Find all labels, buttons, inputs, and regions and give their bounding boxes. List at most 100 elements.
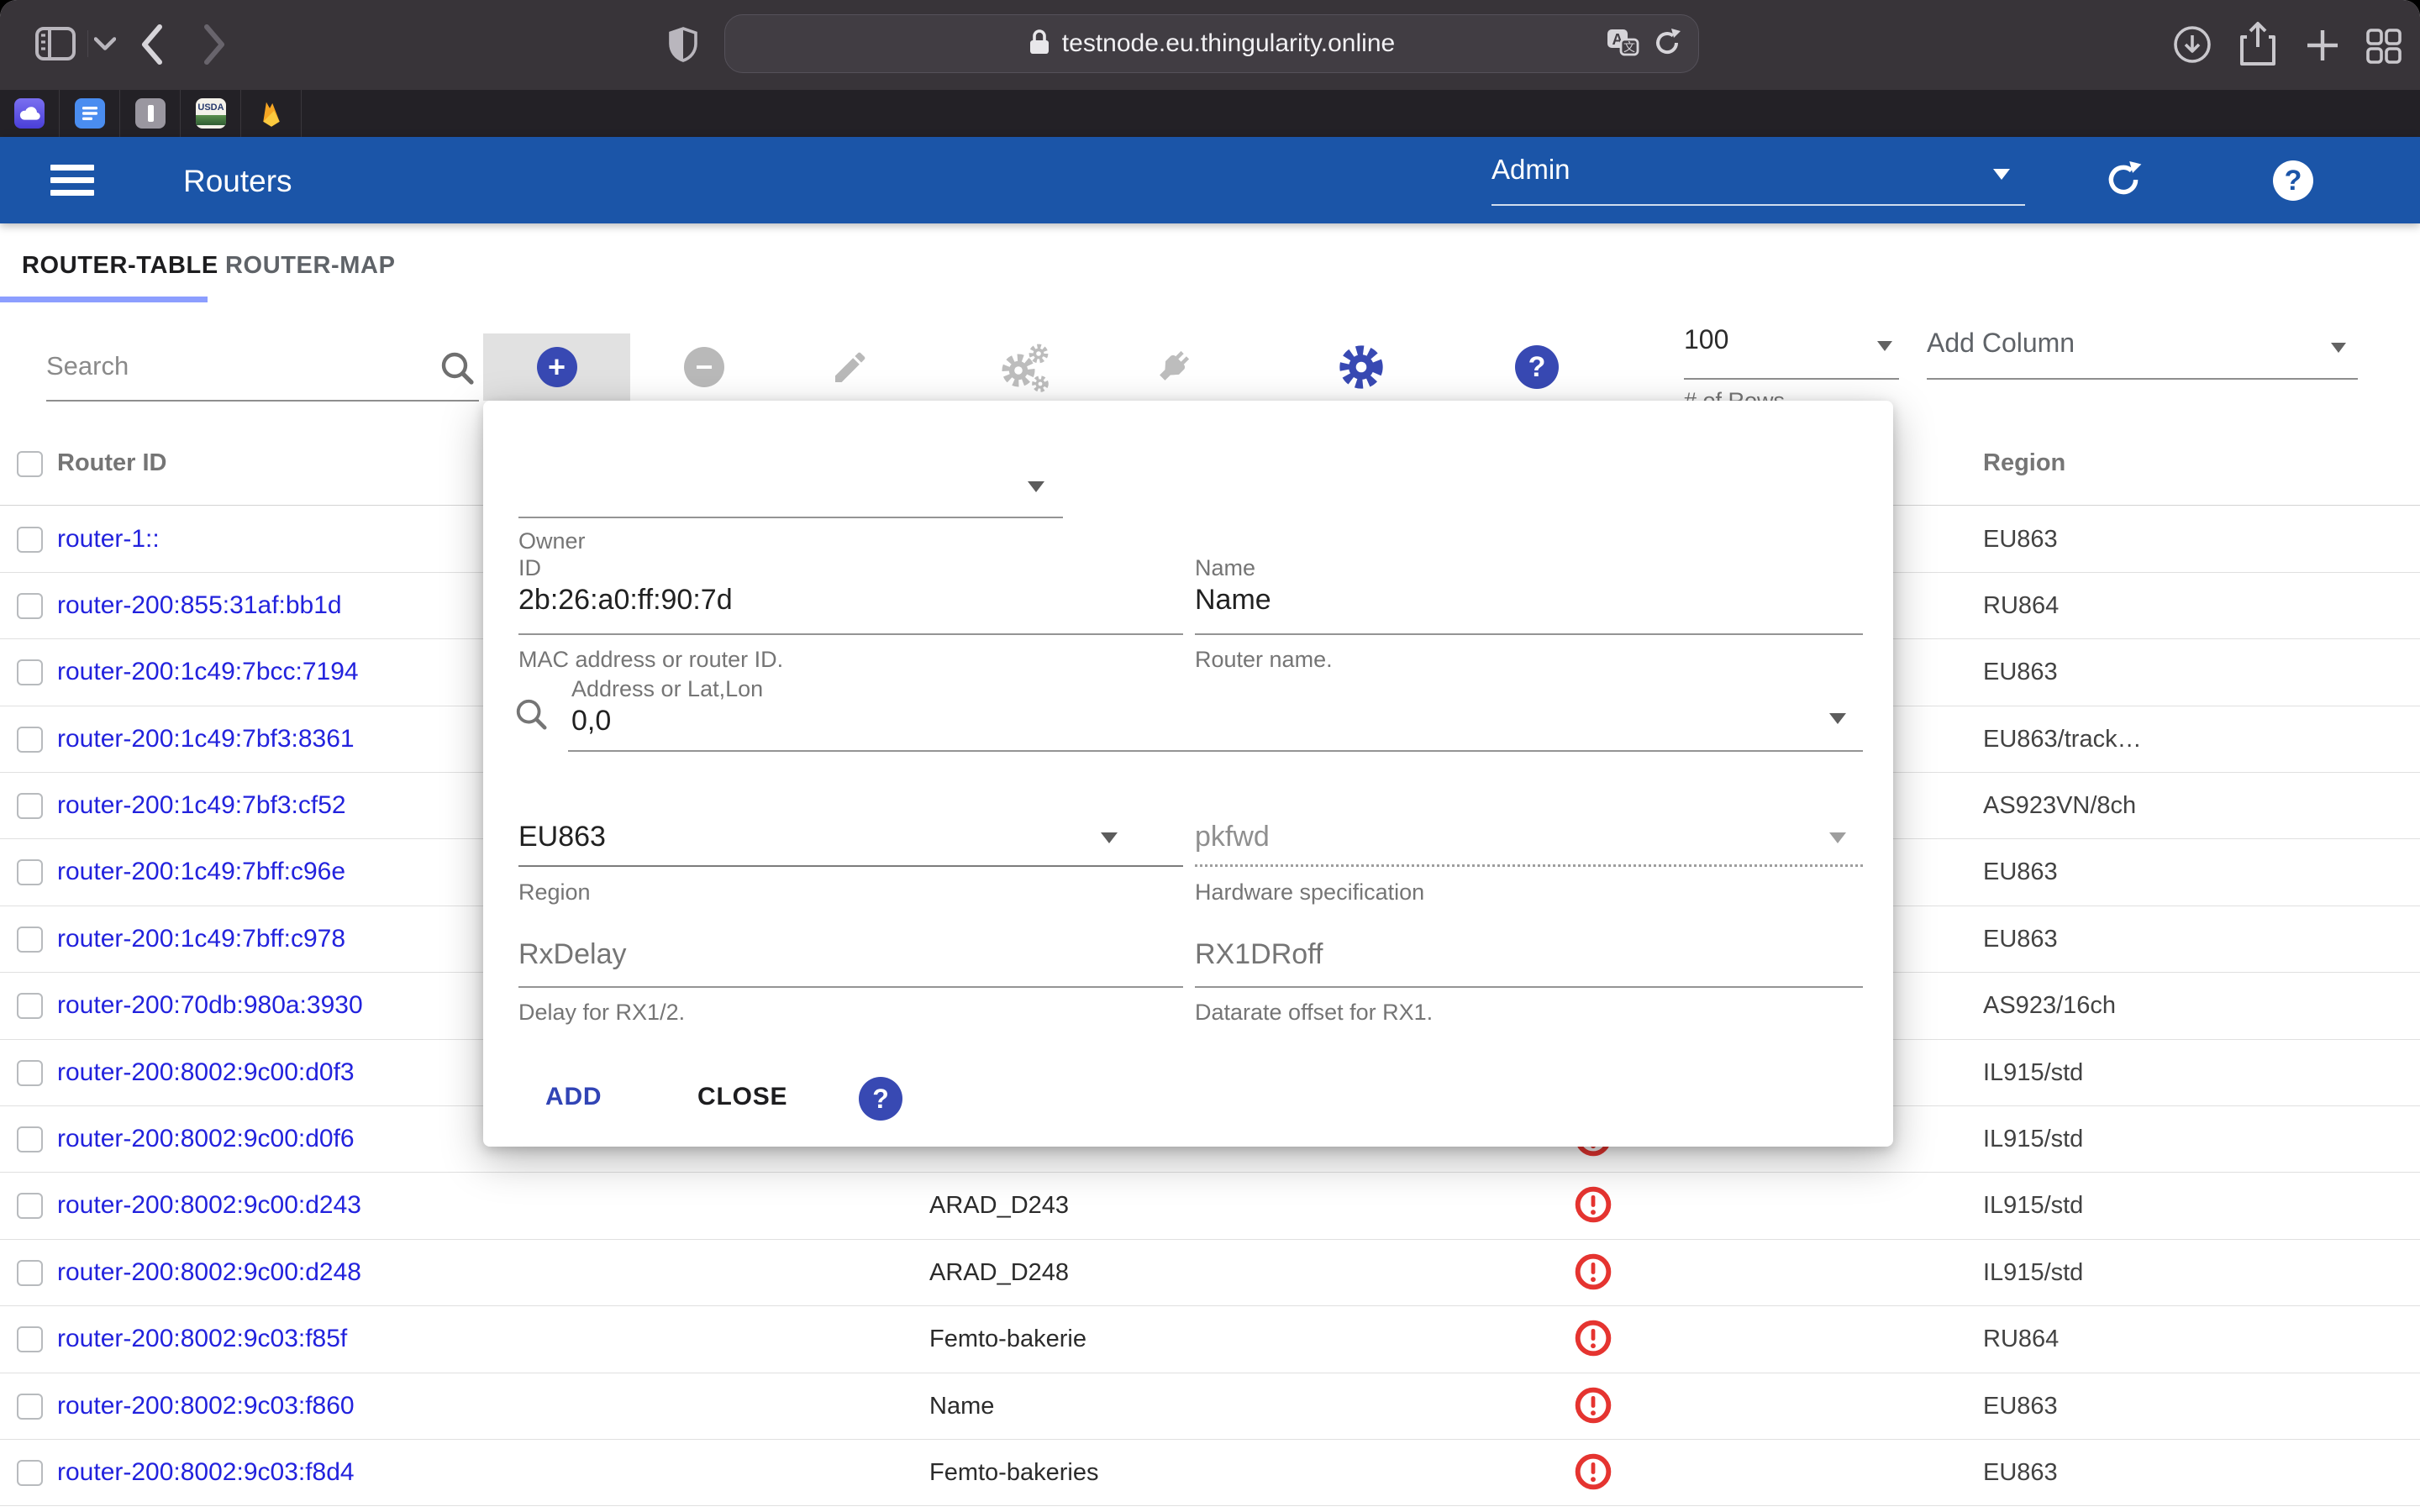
remove-router-button[interactable]: −	[654, 333, 755, 401]
refresh-button[interactable]	[2101, 157, 2146, 202]
table-settings-button[interactable]	[1311, 333, 1412, 401]
rx1droff-helper: Datarate offset for RX1.	[1195, 1000, 1433, 1026]
sidebar-chevron-down-icon[interactable]	[94, 37, 116, 50]
tab-overview-icon[interactable]	[2365, 27, 2403, 66]
row-checkbox[interactable]	[17, 1394, 43, 1420]
error-icon[interactable]	[1575, 1453, 1612, 1490]
region-cell: IL915/std	[1983, 1126, 2083, 1153]
hardware-label: Hardware specification	[1195, 879, 1424, 906]
tab-router-map[interactable]: ROUTER-MAP	[225, 252, 396, 280]
search-field[interactable]: Search	[46, 333, 479, 402]
add-column-select[interactable]: Add Column	[1927, 328, 2358, 380]
address-value: 0,0	[571, 705, 611, 738]
connect-button[interactable]	[1123, 333, 1223, 401]
user-menu-select[interactable]: Admin	[1491, 154, 2025, 206]
region-cell: IL915/std	[1983, 1192, 2083, 1220]
help-button[interactable]: ?	[2273, 160, 2313, 201]
router-link[interactable]: router-200:70db:980a:3930	[57, 991, 363, 1020]
translate-icon[interactable]: A文	[1606, 28, 1639, 62]
tab-bar: ROUTER-TABLE ROUTER-MAP	[0, 223, 2420, 307]
favorite-info[interactable]	[121, 90, 181, 137]
row-checkbox[interactable]	[17, 1193, 43, 1219]
row-checkbox[interactable]	[17, 527, 43, 553]
share-icon[interactable]	[2237, 20, 2279, 67]
sidebar-toggle-icon[interactable]	[35, 27, 76, 60]
row-checkbox[interactable]	[17, 727, 43, 753]
region-cell: EU863	[1983, 1459, 2058, 1487]
plug-icon	[1150, 344, 1196, 390]
chevron-down-icon	[2331, 343, 2346, 353]
name-value: Name	[1195, 584, 1271, 617]
router-link[interactable]: router-1::	[57, 525, 160, 554]
router-name-cell: Femto-bakeries	[929, 1459, 1098, 1487]
rows-per-page-select[interactable]: 100	[1684, 324, 1899, 380]
edit-router-button[interactable]	[800, 333, 901, 401]
settings-multi-button[interactable]	[975, 333, 1076, 401]
reload-icon[interactable]	[1653, 27, 1681, 63]
menu-icon[interactable]	[50, 165, 94, 197]
router-link[interactable]: router-200:8002:9c00:d0f3	[57, 1058, 355, 1087]
table-row: router-200:8002:9c00:d248 ARAD_D248 IL91…	[0, 1240, 2420, 1306]
row-checkbox[interactable]	[17, 859, 43, 885]
row-checkbox[interactable]	[17, 993, 43, 1019]
chevron-down-icon	[1877, 341, 1892, 351]
chevron-down-icon	[1829, 832, 1846, 843]
favorite-cloud[interactable]	[0, 90, 60, 137]
row-checkbox[interactable]	[17, 1126, 43, 1152]
row-checkbox[interactable]	[17, 593, 43, 619]
app-header: Routers Admin ?	[0, 137, 2420, 223]
router-link[interactable]: router-200:1c49:7bf3:cf52	[57, 791, 346, 820]
column-header-router-id: Router ID	[57, 449, 167, 477]
router-link[interactable]: router-200:8002:9c03:f8d4	[57, 1458, 355, 1487]
row-checkbox[interactable]	[17, 1460, 43, 1486]
router-name-cell: ARAD_D243	[929, 1192, 1069, 1220]
hardware-placeholder: pkfwd	[1195, 821, 1270, 853]
router-link[interactable]: router-200:1c49:7bff:c96e	[57, 858, 345, 886]
dialog-help-button[interactable]: ?	[859, 1077, 902, 1121]
row-checkbox[interactable]	[17, 1326, 43, 1352]
plus-circle-icon: +	[537, 347, 577, 387]
flame-icon	[259, 99, 284, 128]
select-all-checkbox[interactable]	[17, 451, 43, 477]
error-icon[interactable]	[1575, 1320, 1612, 1357]
router-link[interactable]: router-200:1c49:7bf3:8361	[57, 725, 355, 753]
error-icon[interactable]	[1575, 1387, 1612, 1424]
privacy-shield-icon[interactable]	[669, 27, 697, 62]
id-label: ID	[518, 555, 541, 581]
router-name-cell: Name	[929, 1393, 994, 1420]
row-checkbox[interactable]	[17, 659, 43, 685]
router-link[interactable]: router-200:8002:9c00:d0f6	[57, 1125, 355, 1153]
favorite-docs[interactable]	[60, 90, 120, 137]
close-button[interactable]: CLOSE	[697, 1083, 787, 1111]
favorite-usda[interactable]: USDA	[182, 90, 241, 137]
router-link[interactable]: router-200:8002:9c03:f85f	[57, 1325, 347, 1353]
error-icon[interactable]	[1575, 1253, 1612, 1290]
router-link[interactable]: router-200:855:31af:bb1d	[57, 591, 342, 620]
row-checkbox[interactable]	[17, 1060, 43, 1086]
router-link[interactable]: router-200:8002:9c00:d243	[57, 1191, 361, 1220]
tab-router-table[interactable]: ROUTER-TABLE	[22, 252, 218, 280]
new-tab-icon[interactable]	[2304, 27, 2341, 64]
toolbar-help-button[interactable]: ?	[1486, 333, 1587, 401]
router-name-cell: ARAD_D248	[929, 1259, 1069, 1287]
row-checkbox[interactable]	[17, 1260, 43, 1286]
favorite-firebase[interactable]	[242, 90, 302, 137]
chevron-down-icon	[1993, 169, 2010, 180]
forward-button[interactable]	[200, 24, 229, 66]
error-icon[interactable]	[1575, 1186, 1612, 1223]
back-button[interactable]	[138, 24, 166, 66]
router-link[interactable]: router-200:1c49:7bff:c978	[57, 925, 345, 953]
row-checkbox[interactable]	[17, 927, 43, 953]
router-link[interactable]: router-200:8002:9c03:f860	[57, 1392, 355, 1420]
router-link[interactable]: router-200:8002:9c00:d248	[57, 1258, 361, 1287]
pencil-icon	[830, 347, 871, 387]
add-router-button[interactable]: +	[483, 333, 630, 401]
add-button[interactable]: ADD	[545, 1083, 602, 1111]
router-link[interactable]: router-200:1c49:7bcc:7194	[57, 658, 359, 686]
downloads-icon[interactable]	[2173, 25, 2212, 64]
cloud-icon	[18, 105, 40, 122]
row-checkbox[interactable]	[17, 793, 43, 819]
document-lines-icon	[81, 106, 99, 121]
address-bar[interactable]: testnode.eu.thingularity.online A文	[724, 14, 1699, 73]
region-value: EU863	[518, 821, 606, 853]
